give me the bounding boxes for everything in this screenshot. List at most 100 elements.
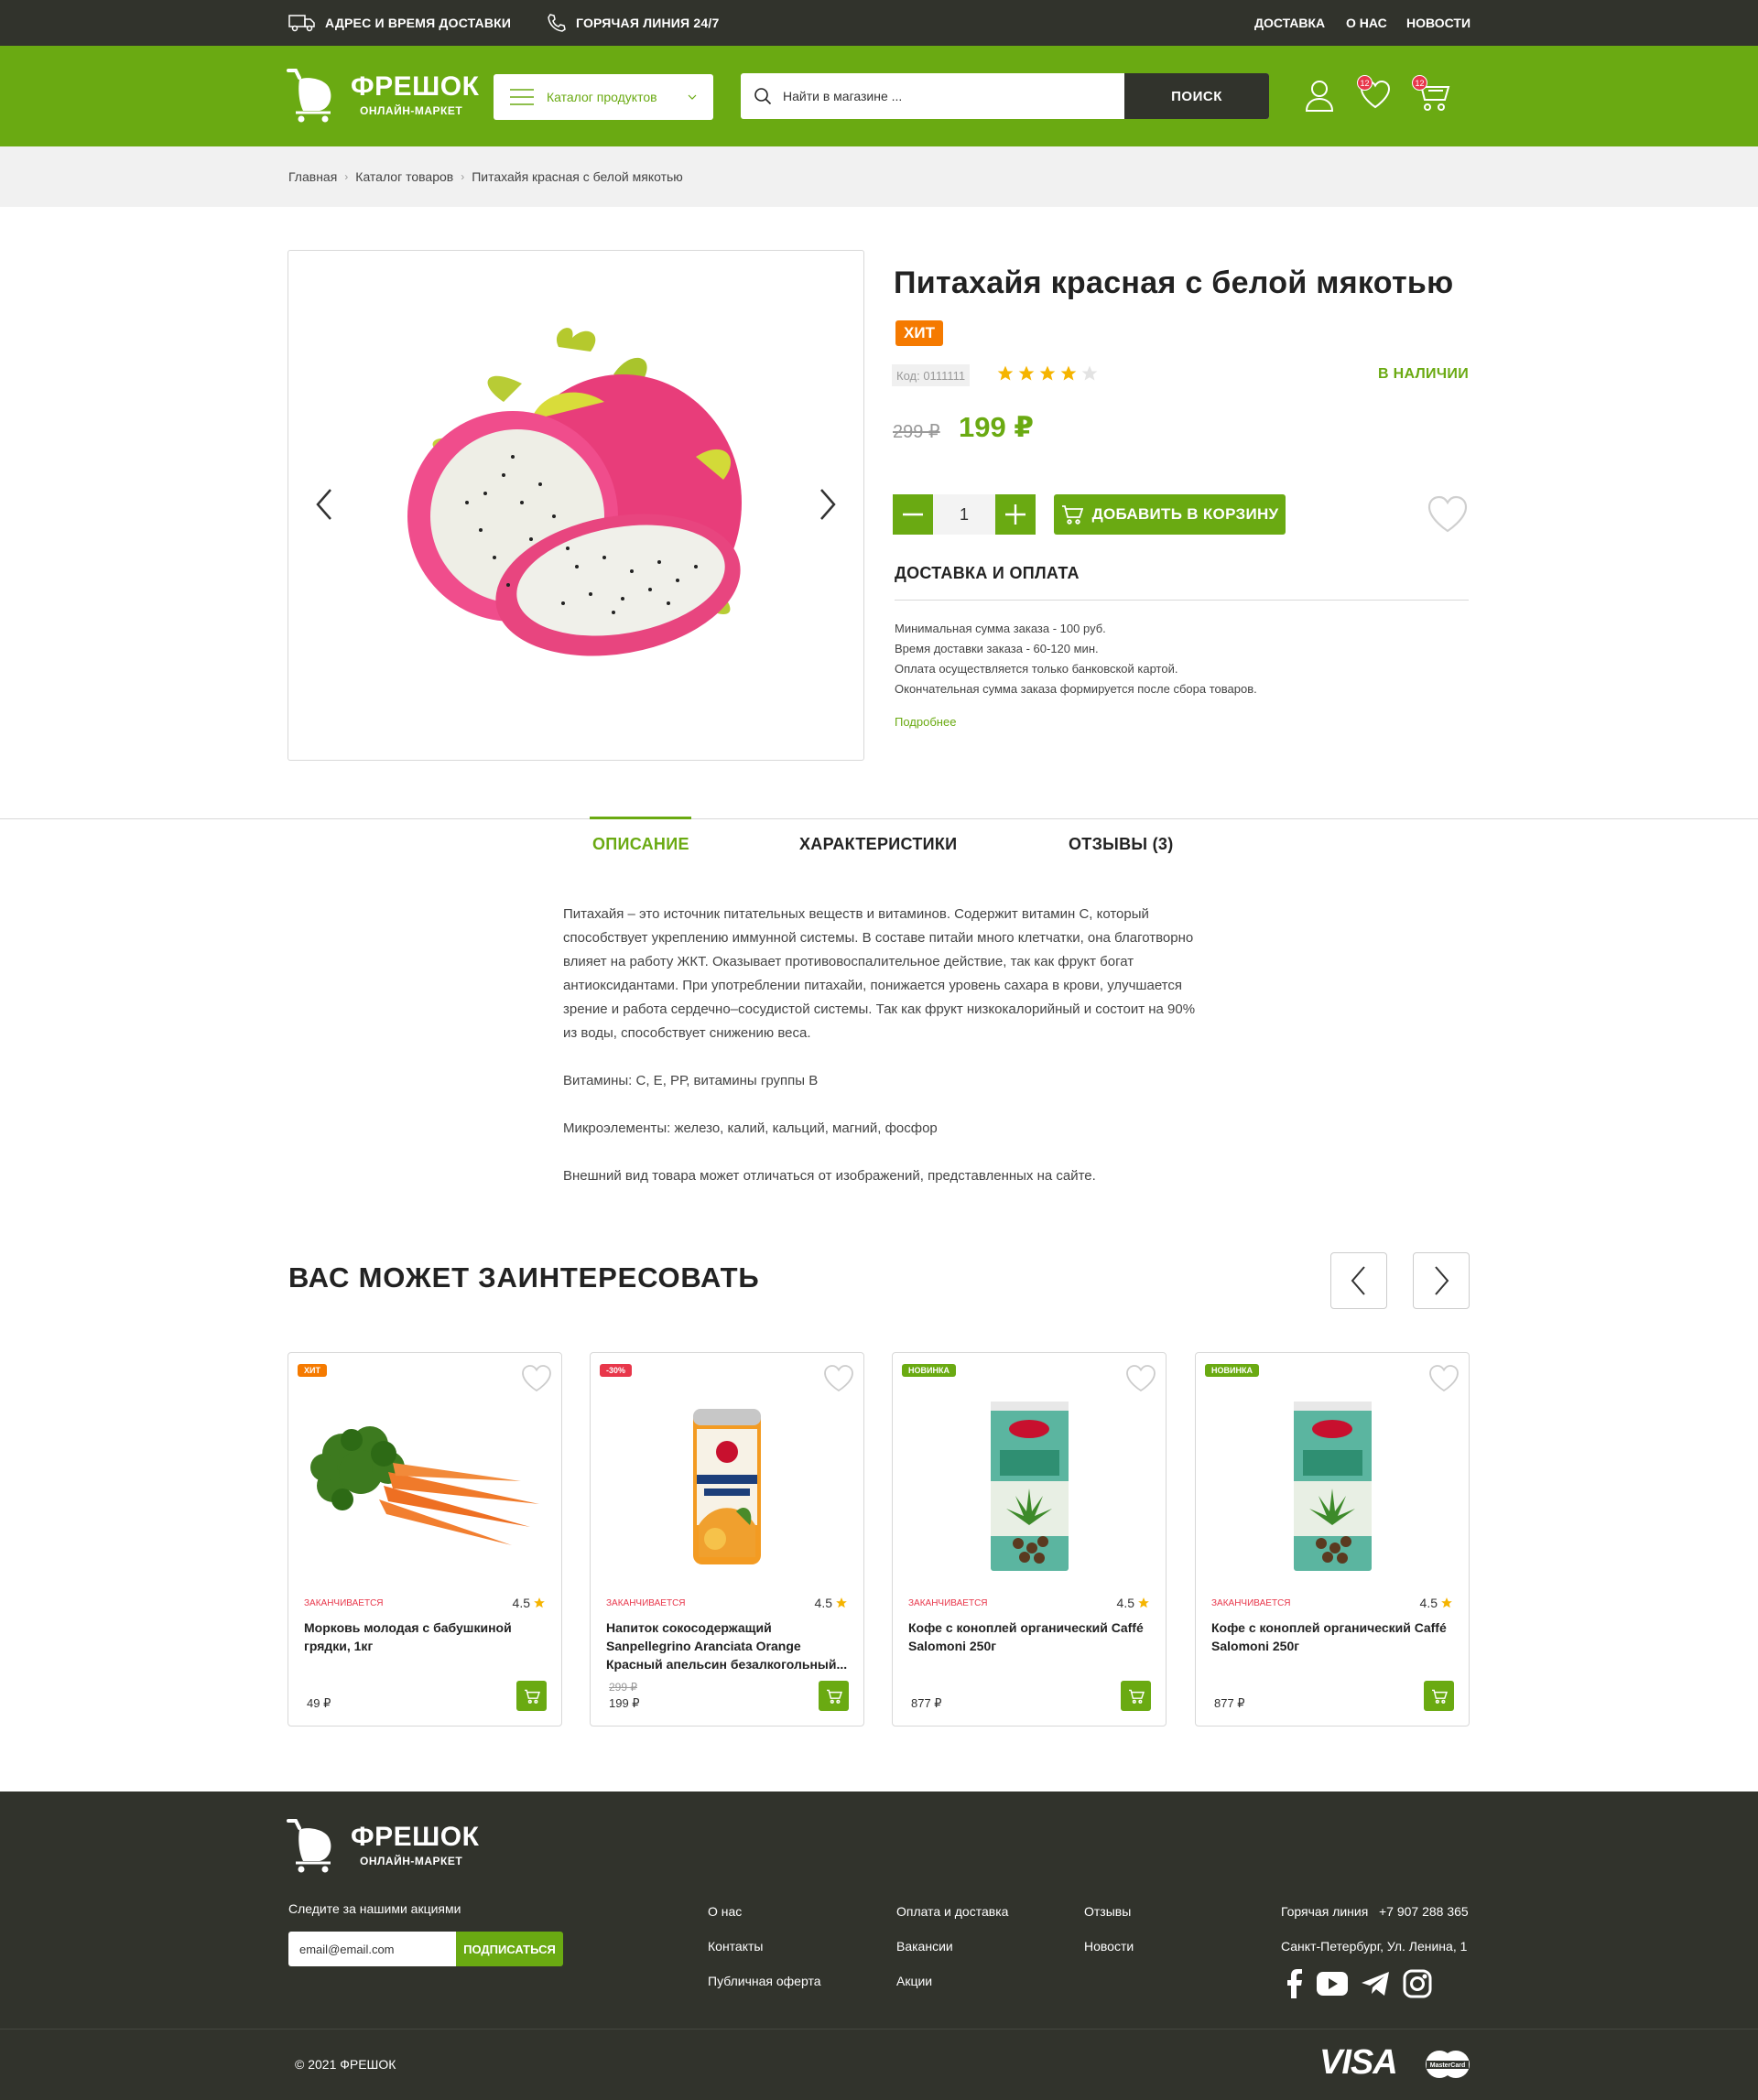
heart-icon[interactable] [823, 1364, 854, 1393]
telegram-icon[interactable] [1361, 1971, 1390, 1997]
gallery-next-arrow-icon[interactable] [808, 484, 845, 525]
increase-button[interactable] [995, 494, 1036, 535]
card-rating: 4.5 [1117, 1596, 1150, 1610]
footer-divider [0, 2029, 1758, 2030]
tab-description[interactable]: ОПИСАНИЕ [592, 835, 689, 854]
card-rating-value: 4.5 [1419, 1596, 1438, 1610]
hotline-label: ГОРЯЧАЯ ЛИНИЯ 24/7 [576, 16, 720, 30]
search-icon [754, 88, 772, 105]
nav-news[interactable]: НОВОСТИ [1406, 0, 1470, 46]
cart-logo-icon [287, 1819, 331, 1873]
product-card[interactable]: -30% ЗАКАНЧИВАЕТСЯ 4.5 Напиток сокосодер… [590, 1352, 864, 1727]
search-button[interactable]: ПОИСК [1124, 73, 1269, 119]
menu-icon [510, 89, 534, 105]
heart-icon[interactable] [1125, 1364, 1156, 1393]
logo-subtitle: ОНЛАЙН-МАРКЕТ [360, 104, 463, 117]
plus-icon [1005, 504, 1026, 525]
nav-delivery[interactable]: ДОСТАВКА [1254, 0, 1325, 46]
hotline-link[interactable]: ГОРЯЧАЯ ЛИНИЯ 24/7 [547, 0, 719, 46]
minus-icon [903, 513, 923, 516]
divider [895, 600, 1469, 601]
card-old-price: 299 ₽ [609, 1681, 637, 1694]
more-link[interactable]: Подробнее [895, 715, 956, 729]
decrease-button[interactable] [893, 494, 933, 535]
quantity-value[interactable]: 1 [933, 494, 995, 535]
related-prev-button[interactable] [1330, 1252, 1387, 1309]
catalog-dropdown[interactable]: Каталог продуктов [494, 74, 713, 120]
cart-button[interactable]: 12 [1412, 75, 1450, 115]
star-icon [836, 1597, 847, 1608]
card-rating-value: 4.5 [814, 1596, 832, 1610]
breadcrumb-catalog[interactable]: Каталог товаров [355, 169, 453, 184]
product-card[interactable]: НОВИНКА ЗАКАНЧИВАЕТСЯ 4.5 Кофе с конопле… [1195, 1352, 1470, 1727]
footer-link-reviews[interactable]: Отзывы [1084, 1904, 1131, 1919]
product-card[interactable]: ХИТ ЗАКАНЧИВАЕТСЯ 4.5 Морковь молодая с … [288, 1352, 562, 1727]
footer-logo[interactable]: ФРЕШОК ОНЛАЙН-МАРКЕТ [287, 1817, 479, 1874]
related-next-button[interactable] [1413, 1252, 1470, 1309]
subscribe-button[interactable]: ПОДПИСАТЬСЯ [456, 1932, 563, 1966]
footer-link-contacts[interactable]: Контакты [708, 1939, 763, 1954]
add-to-cart-button[interactable]: ДОБАВИТЬ В КОРЗИНУ [1054, 494, 1286, 535]
chevron-down-icon [688, 94, 697, 100]
footer-hotline: Горячая линия +7 907 288 365 [1281, 1904, 1469, 1919]
breadcrumb-home[interactable]: Главная [288, 169, 337, 184]
card-add-to-cart-button[interactable] [516, 1681, 547, 1711]
mastercard-icon: MasterCard [1425, 2050, 1470, 2084]
cart-icon [1061, 505, 1083, 525]
tab-reviews[interactable]: ОТЗЫВЫ (3) [1069, 835, 1174, 854]
footer-link-payment[interactable]: Оплата и доставка [896, 1904, 1008, 1919]
logo[interactable]: ФРЕШОК ОНЛАЙН-МАРКЕТ [287, 67, 479, 124]
heart-icon[interactable] [1427, 494, 1469, 535]
email-field[interactable]: email@email.com [288, 1932, 456, 1966]
tabs-divider [0, 818, 1758, 819]
card-add-to-cart-button[interactable] [1121, 1681, 1151, 1711]
footer-address: Санкт-Петербург, Ул. Ленина, 1 [1281, 1939, 1468, 1954]
delivery-info: Минимальная сумма заказа - 100 руб. Врем… [895, 619, 1257, 699]
cart-logo-icon [287, 69, 331, 123]
delivery-line: Минимальная сумма заказа - 100 руб. [895, 622, 1106, 635]
truck-icon [288, 15, 315, 32]
old-price: 299 ₽ [893, 422, 940, 442]
footer-logo-subtitle: ОНЛАЙН-МАРКЕТ [360, 1855, 463, 1867]
heart-icon[interactable] [521, 1364, 552, 1393]
tab-characteristics[interactable]: ХАРАКТЕРИСТИКИ [799, 835, 957, 854]
account-button[interactable] [1304, 79, 1340, 115]
footer-link-news[interactable]: Новости [1084, 1939, 1134, 1954]
footer-link-about[interactable]: О нас [708, 1904, 742, 1919]
favorites-button[interactable]: 12 [1357, 75, 1395, 115]
card-rating-value: 4.5 [1116, 1596, 1134, 1610]
star-icon [997, 365, 1014, 381]
card-add-to-cart-button[interactable] [1424, 1681, 1454, 1711]
footer-link-vacancies[interactable]: Вакансии [896, 1939, 953, 1954]
breadcrumb-current: Питахайя красная с белой мякотью [472, 169, 683, 184]
card-name: Морковь молодая с бабушкиной грядки, 1кг [304, 1618, 549, 1655]
footer-link-promos[interactable]: Акции [896, 1974, 932, 1988]
star-icon [534, 1597, 545, 1608]
cart-icon [1431, 1689, 1448, 1704]
product-card[interactable]: НОВИНКА ЗАКАНЧИВАЕТСЯ 4.5 Кофе с конопле… [892, 1352, 1167, 1727]
facebook-icon[interactable] [1284, 1969, 1304, 1998]
phone-icon [548, 14, 566, 32]
instagram-icon[interactable] [1403, 1969, 1432, 1998]
disclaimer-line: Внешний вид товара может отличаться от и… [563, 1168, 1096, 1184]
heart-icon[interactable] [1428, 1364, 1460, 1393]
card-status: ЗАКАНЧИВАЕТСЯ [606, 1598, 686, 1608]
youtube-icon[interactable] [1317, 1972, 1348, 1996]
card-image [893, 1399, 1166, 1573]
gallery-prev-arrow-icon[interactable] [307, 484, 343, 525]
visa-icon: VISA [1319, 2043, 1398, 2083]
card-status: ЗАКАНЧИВАЕТСЯ [1211, 1598, 1291, 1608]
card-price: 49 ₽ [307, 1696, 331, 1710]
delivery-line: Время доставки заказа - 60-120 мин. [895, 642, 1099, 655]
delivery-line: Окончательная сумма заказа формируется п… [895, 682, 1257, 696]
delivery-address-link[interactable]: АДРЕС И ВРЕМЯ ДОСТАВКИ [288, 0, 511, 46]
footer-hotline-phone[interactable]: +7 907 288 365 [1379, 1904, 1469, 1919]
footer-link-offer[interactable]: Публичная оферта [708, 1974, 821, 1988]
logo-name: ФРЕШОК [351, 71, 480, 102]
search-input[interactable]: Найти в магазине ... [741, 73, 1124, 119]
search-bar: Найти в магазине ... ПОИСК [741, 73, 1269, 119]
star-icon [1138, 1597, 1149, 1608]
nav-about[interactable]: О НАС [1346, 0, 1387, 46]
card-add-to-cart-button[interactable] [819, 1681, 849, 1711]
star-icon [1018, 365, 1035, 381]
